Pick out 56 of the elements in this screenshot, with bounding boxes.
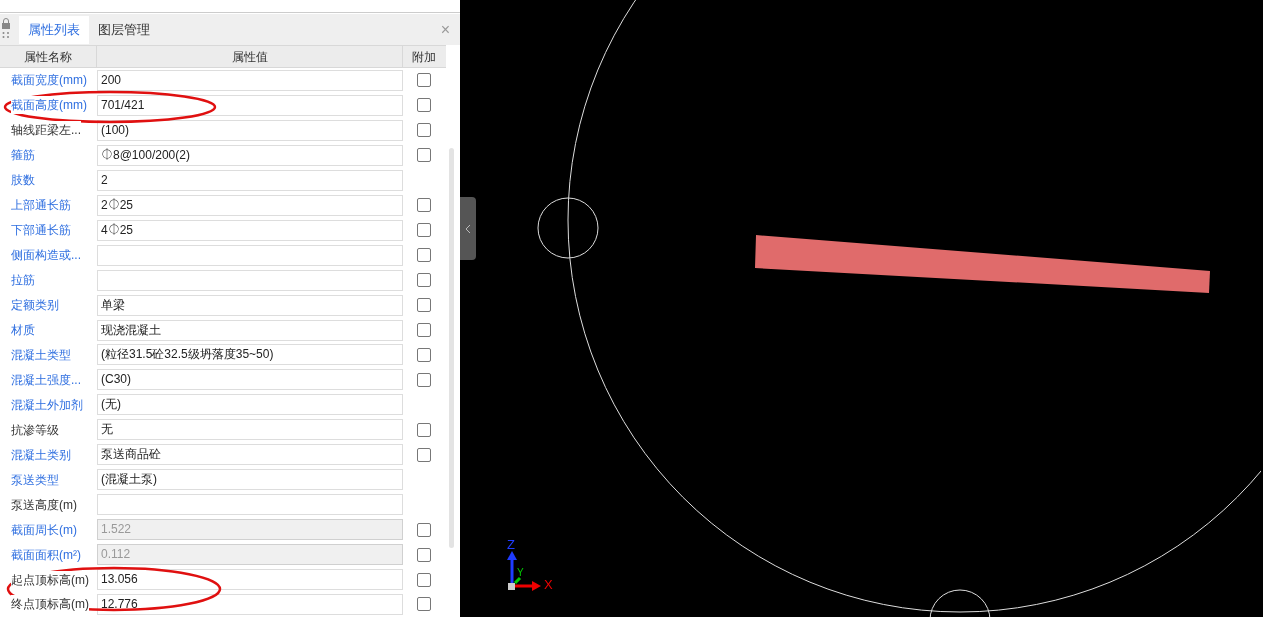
checkbox[interactable] [417, 597, 431, 612]
property-name[interactable]: 截面高度(mm) [11, 96, 87, 115]
property-value-field[interactable]: ⏀8@100/200(2) [97, 144, 403, 166]
property-name[interactable]: 截面宽度(mm) [11, 71, 87, 90]
property-name: 起点顶标高(m) [11, 570, 89, 589]
property-value-field[interactable]: 200 [97, 69, 403, 91]
scrollbar[interactable] [449, 148, 454, 548]
axis-label: Z [507, 538, 515, 551]
property-name[interactable]: 材质 [11, 321, 35, 339]
property-value-field[interactable]: (100) [97, 119, 403, 141]
column-header: 附加 [411, 48, 437, 66]
tab[interactable]: 属性列表 [19, 15, 89, 44]
checkbox[interactable] [417, 572, 431, 587]
checkbox[interactable] [417, 148, 431, 163]
axis-label: X [544, 578, 553, 591]
property-value-field[interactable]: 4⏀25 [97, 219, 403, 241]
property-value-field[interactable] [97, 494, 403, 516]
checkbox[interactable] [417, 298, 431, 313]
chevron-left-icon [465, 223, 471, 234]
checkbox[interactable] [417, 123, 431, 138]
property-value-field[interactable]: (混凝土泵) [97, 469, 403, 491]
property-value-field[interactable] [97, 269, 403, 291]
property-value-field[interactable]: 701/421 [97, 94, 403, 116]
column-header: 属性名称 [0, 46, 97, 67]
property-value-field[interactable]: 12.776 [97, 594, 403, 615]
column-header: 属性值 [97, 46, 403, 67]
checkbox[interactable] [417, 223, 431, 238]
property-value-field[interactable]: 单梁 [97, 294, 403, 316]
checkbox[interactable] [417, 347, 431, 362]
checkbox[interactable] [417, 422, 431, 437]
property-value-field[interactable]: 2⏀25 [97, 194, 403, 216]
property-value-field[interactable]: 无 [97, 419, 403, 441]
property-name: 终点顶标高(m) [11, 595, 89, 614]
checkbox[interactable] [417, 372, 431, 387]
checkbox[interactable] [417, 323, 431, 337]
property-value-field[interactable]: (粒径31.5砼32.5级坍落度35~50) [97, 344, 403, 366]
checkbox[interactable] [417, 447, 431, 462]
checkbox[interactable] [417, 73, 431, 88]
property-name[interactable]: 混凝土外加剂 [11, 395, 83, 414]
property-value-field[interactable]: 2 [97, 169, 403, 191]
property-value-field[interactable]: 13.056 [97, 569, 403, 591]
checkbox[interactable] [417, 98, 431, 113]
axis-label: Y [517, 568, 524, 578]
checkbox[interactable] [417, 198, 431, 213]
property-name[interactable]: 混凝土强度... [11, 370, 81, 389]
property-value-field[interactable]: 泵送商品砼 [97, 444, 403, 466]
property-name: 泵送高度(m) [11, 495, 77, 514]
collapse-handle[interactable] [460, 197, 476, 260]
property-value-field[interactable]: (C30) [97, 369, 403, 391]
property-value-field[interactable]: 现浇混凝土 [97, 319, 403, 341]
checkbox[interactable] [417, 248, 431, 263]
property-value-field[interactable]: (无) [97, 394, 403, 416]
property-value-field[interactable] [97, 244, 403, 266]
checkbox[interactable] [417, 273, 431, 288]
axis-arrows-icon [506, 550, 542, 592]
tab[interactable]: 图层管理 [89, 15, 159, 44]
